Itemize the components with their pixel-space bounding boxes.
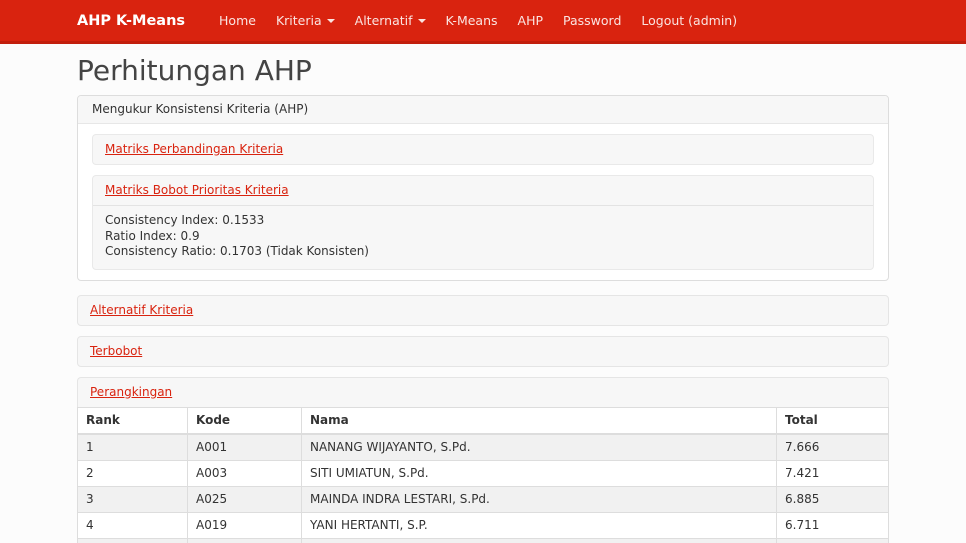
consistency-panel: Mengukur Konsistensi Kriteria (AHP) Matr… — [77, 95, 889, 281]
cell-kode: A025 — [187, 485, 302, 513]
table-row: 2 A003 SITI UMIATUN, S.Pd. 7.421 — [77, 459, 889, 487]
table-row: 1 A001 NANANG WIJAYANTO, S.Pd. 7.666 — [77, 433, 889, 461]
matriks-perbandingan-link[interactable]: Matriks Perbandingan Kriteria — [105, 142, 283, 156]
nav-item-home-label: Home — [219, 13, 256, 28]
cell-total: 7.666 — [776, 433, 889, 461]
table-row: 5 A022 FRENKI ARDE VENDRA, S.Kom. 5.642 — [77, 537, 889, 543]
table-row: 4 A019 YANI HERTANTI, S.P. 6.711 — [77, 511, 889, 539]
nav-item-password[interactable]: Password — [553, 13, 631, 28]
terbobot-panel: Terbobot — [77, 335, 889, 367]
matriks-bobot-heading: Matriks Bobot Prioritas Kriteria — [93, 176, 873, 206]
perangkingan-panel: Perangkingan — [77, 376, 889, 407]
cell-kode: A003 — [187, 459, 302, 487]
column-header-kode: Kode — [187, 406, 302, 435]
consistency-stats: Consistency Index: 0.1533 Ratio Index: 0… — [93, 206, 873, 269]
cell-rank: 3 — [77, 485, 188, 513]
ranking-table: Rank Kode Nama Total 1 A001 NANANG WIJAY… — [77, 406, 889, 543]
cell-total: 5.642 — [776, 537, 889, 543]
nav-item-logout[interactable]: Logout (admin) — [631, 13, 747, 28]
nav-item-logout-label: Logout (admin) — [641, 13, 738, 28]
alternatif-kriteria-link[interactable]: Alternatif Kriteria — [90, 303, 193, 317]
cell-rank: 4 — [77, 511, 188, 539]
navbar: AHP K-Means Home Kriteria Alternatif K-M… — [0, 0, 966, 44]
navbar-brand[interactable]: AHP K-Means — [77, 13, 185, 29]
nav-item-password-label: Password — [563, 13, 622, 28]
consistency-ratio-text: Consistency Ratio: 0.1703 (Tidak Konsist… — [105, 244, 369, 258]
caret-down-icon — [417, 19, 426, 23]
cell-kode: A019 — [187, 511, 302, 539]
cell-kode: A001 — [187, 433, 302, 461]
cell-total: 6.885 — [776, 485, 889, 513]
column-header-rank: Rank — [77, 406, 188, 435]
consistency-index-text: Consistency Index: 0.1533 — [105, 213, 265, 227]
caret-down-icon — [326, 19, 335, 23]
table-row: 3 A025 MAINDA INDRA LESTARI, S.Pd. 6.885 — [77, 485, 889, 513]
matriks-bobot-link[interactable]: Matriks Bobot Prioritas Kriteria — [105, 183, 289, 197]
ratio-index-text: Ratio Index: 0.9 — [105, 228, 200, 243]
cell-nama: MAINDA INDRA LESTARI, S.Pd. — [301, 485, 777, 513]
navbar-menu: Home Kriteria Alternatif K-Means AHP Pas… — [209, 13, 747, 28]
column-header-total: Total — [776, 406, 889, 435]
nav-item-alternatif[interactable]: Alternatif — [345, 13, 436, 28]
cell-rank: 2 — [77, 459, 188, 487]
cell-nama: FRENKI ARDE VENDRA, S.Kom. — [301, 537, 777, 543]
consistency-panel-body: Matriks Perbandingan Kriteria Matriks Bo… — [78, 124, 888, 280]
matriks-perbandingan-panel: Matriks Perbandingan Kriteria — [92, 134, 874, 165]
consistency-panel-header: Mengukur Konsistensi Kriteria (AHP) — [78, 96, 888, 124]
page-title: Perhitungan AHP — [77, 54, 312, 87]
cell-nama: NANANG WIJAYANTO, S.Pd. — [301, 433, 777, 461]
cell-kode: A022 — [187, 537, 302, 543]
cell-total: 7.421 — [776, 459, 889, 487]
column-header-nama: Nama — [301, 406, 777, 435]
matriks-perbandingan-heading: Matriks Perbandingan Kriteria — [93, 135, 873, 164]
main-container: Perhitungan AHP Mengukur Konsistensi Kri… — [77, 55, 889, 543]
nav-item-kmeans[interactable]: K-Means — [436, 13, 508, 28]
nav-item-alternatif-label: Alternatif — [354, 13, 413, 28]
cell-nama: SITI UMIATUN, S.Pd. — [301, 459, 777, 487]
navbar-container: AHP K-Means Home Kriteria Alternatif K-M… — [77, 0, 889, 41]
alternatif-kriteria-panel: Alternatif Kriteria — [77, 294, 889, 326]
cell-total: 6.711 — [776, 511, 889, 539]
nav-item-home[interactable]: Home — [209, 13, 266, 28]
cell-rank: 5 — [77, 537, 188, 543]
ranking-table-header-row: Rank Kode Nama Total — [77, 406, 889, 435]
nav-item-kriteria[interactable]: Kriteria — [266, 13, 345, 28]
nav-item-kmeans-label: K-Means — [445, 13, 498, 28]
cell-rank: 1 — [77, 433, 188, 461]
cell-nama: YANI HERTANTI, S.P. — [301, 511, 777, 539]
nav-item-kriteria-label: Kriteria — [275, 13, 322, 28]
terbobot-link[interactable]: Terbobot — [90, 344, 142, 358]
perangkingan-link[interactable]: Perangkingan — [90, 385, 172, 399]
nav-item-ahp-label: AHP — [517, 13, 544, 28]
matriks-bobot-panel: Matriks Bobot Prioritas Kriteria Consist… — [92, 175, 874, 270]
nav-item-ahp[interactable]: AHP — [508, 13, 554, 28]
